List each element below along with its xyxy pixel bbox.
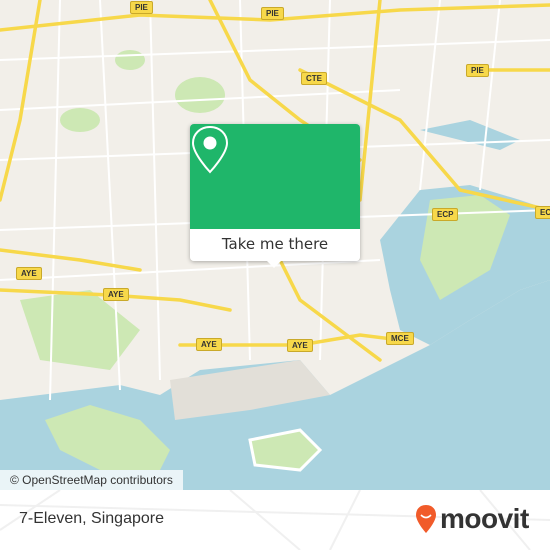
road-label: PIE [466,64,489,77]
road-label: PIE [130,1,153,14]
road-label: MCE [386,332,414,345]
road-label: EC [535,206,550,219]
road-label: ECP [432,208,459,221]
map-pin-icon [191,125,229,174]
road-label: AYE [196,338,222,351]
logo-text: moovit [440,503,529,534]
take-me-there-button[interactable]: Take me there [190,229,360,261]
moovit-logo[interactable]: moovit [415,503,529,535]
road-label: AYE [287,339,313,352]
road-label: CTE [301,72,327,85]
popup-pointer [266,260,282,268]
popup-header [190,124,360,229]
moovit-pin-icon [416,505,436,533]
road-label: PIE [261,7,284,20]
road-label: AYE [103,288,129,301]
road-label: AYE [16,267,42,280]
map[interactable]: PIE PIE PIE CTE ECP EC AYE AYE AYE AYE M… [0,0,550,490]
map-attribution[interactable]: © OpenStreetMap contributors [0,470,183,490]
destination-popup: Take me there [190,124,360,268]
place-name: 7-Eleven, Singapore [19,510,164,527]
